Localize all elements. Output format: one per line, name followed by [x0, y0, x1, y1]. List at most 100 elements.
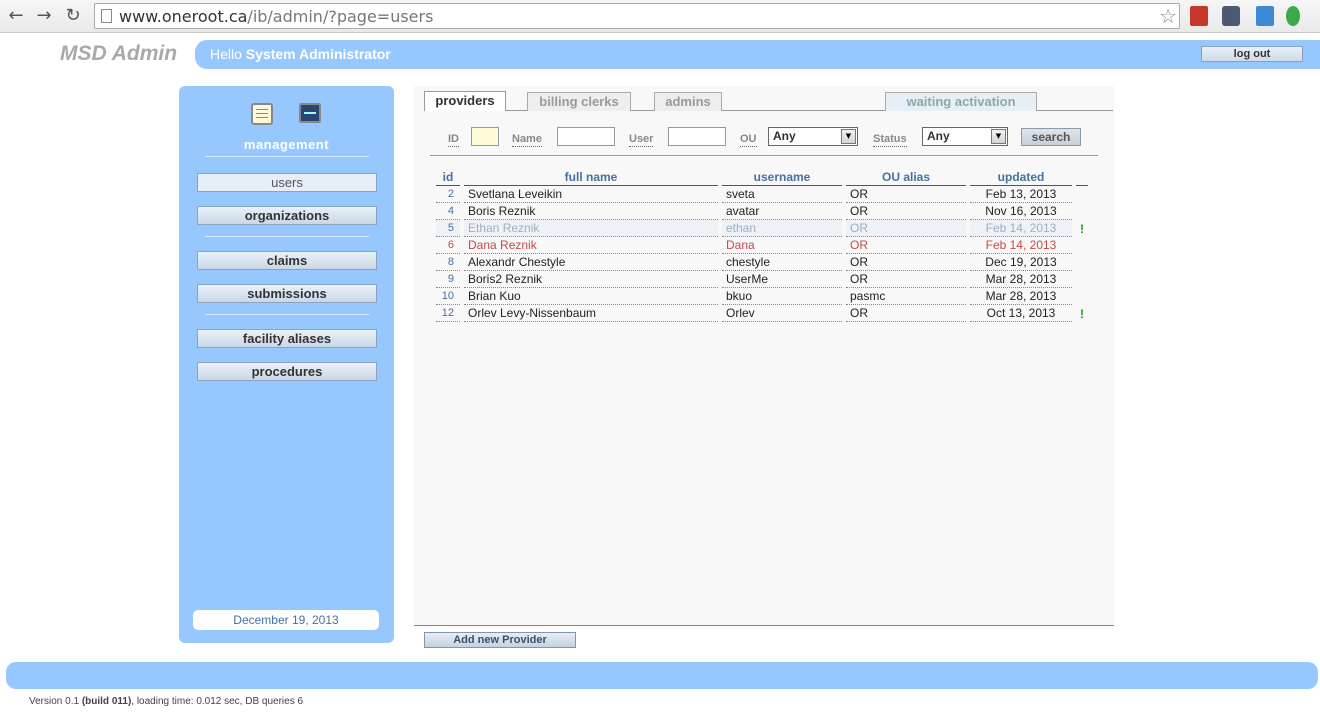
main-panel: providers billing clerks admins waiting … [414, 86, 1114, 626]
top-bar: Hello System Administrator log out [195, 40, 1320, 69]
cell-ou-alias: OR [846, 203, 966, 220]
greeting: Hello System Administrator [210, 46, 391, 62]
table-row[interactable]: 6 Dana Reznik Dana OR Feb 14, 2013 [436, 237, 1088, 254]
version-info: Version 0.1 (build 011), loading time: 0… [29, 696, 304, 707]
chevron-down-icon[interactable]: ▼ [841, 129, 856, 144]
sidebar-item-claims[interactable]: claims [197, 251, 377, 270]
cell-updated: Nov 16, 2013 [970, 203, 1072, 220]
col-username[interactable]: username [722, 170, 842, 186]
cell-flag [1076, 271, 1088, 288]
tab-billing-clerks[interactable]: billing clerks [527, 92, 631, 111]
cell-ou-alias: OR [846, 237, 966, 254]
cell-full-name[interactable]: Alexandr Chestyle [464, 254, 718, 271]
sidebar-item-organizations[interactable]: organizations [197, 206, 377, 225]
cell-username: UserMe [722, 271, 842, 288]
sidebar-item-facility-aliases[interactable]: facility aliases [197, 329, 377, 348]
back-icon[interactable]: ← [5, 5, 27, 27]
cell-id: 9 [436, 271, 460, 288]
table-row[interactable]: 10 Brian Kuo bkuo pasmc Mar 28, 2013 [436, 288, 1088, 305]
current-date: December 19, 2013 [193, 610, 379, 630]
reload-icon[interactable]: ↻ [62, 5, 84, 27]
table-header-row: id full name username OU alias updated [436, 170, 1088, 186]
cell-full-name[interactable]: Dana Reznik [464, 237, 718, 254]
table-row[interactable]: 9 Boris2 Reznik UserMe OR Mar 28, 2013 [436, 271, 1088, 288]
status-label: Status [873, 133, 907, 147]
extension-pdf-icon[interactable] [1190, 6, 1208, 26]
cell-id: 12 [436, 305, 460, 322]
cell-flag [1076, 288, 1088, 305]
cell-username: Dana [722, 237, 842, 254]
cell-updated: Mar 28, 2013 [970, 271, 1072, 288]
sidebar: management users organizations claims su… [179, 86, 394, 643]
id-label: ID [448, 133, 459, 147]
cell-id: 4 [436, 203, 460, 220]
cell-full-name[interactable]: Boris2 Reznik [464, 271, 718, 288]
cell-updated: Feb 14, 2013 [970, 237, 1072, 254]
add-provider-button[interactable]: Add new Provider [424, 632, 576, 648]
name-input[interactable] [557, 127, 615, 146]
cell-id: 10 [436, 288, 460, 305]
providers-table: id full name username OU alias updated 2… [432, 170, 1092, 322]
ou-select[interactable]: Any ▼ [768, 127, 858, 146]
sidebar-item-procedures[interactable]: procedures [197, 362, 377, 381]
forward-icon[interactable]: → [33, 5, 55, 27]
cell-full-name[interactable]: Svetlana Leveikin [464, 186, 718, 203]
col-flag [1076, 170, 1088, 186]
address-bar[interactable]: www.oneroot.ca/ib/admin/?page=users ☆ [94, 3, 1180, 29]
cell-full-name[interactable]: Ethan Reznik [464, 220, 718, 237]
col-full-name[interactable]: full name [464, 170, 718, 186]
cell-updated: Mar 28, 2013 [970, 288, 1072, 305]
extension-save-icon[interactable] [1256, 6, 1274, 26]
cell-username: chestyle [722, 254, 842, 271]
extension-leaf-icon[interactable] [1286, 6, 1300, 26]
cell-flag [1076, 186, 1088, 203]
col-ou-alias[interactable]: OU alias [846, 170, 966, 186]
tab-waiting-activation[interactable]: waiting activation [885, 92, 1037, 111]
bookmark-star-icon[interactable]: ☆ [1159, 4, 1177, 28]
col-id[interactable]: id [436, 170, 460, 186]
user-input[interactable] [668, 127, 726, 146]
cell-ou-alias: pasmc [846, 288, 966, 305]
cell-full-name[interactable]: Orlev Levy-Nissenbaum [464, 305, 718, 322]
table-row[interactable]: 8 Alexandr Chestyle chestyle OR Dec 19, 2013 [436, 254, 1088, 271]
table-row[interactable]: 2 Svetlana Leveikin sveta OR Feb 13, 2013 [436, 186, 1088, 203]
tab-providers[interactable]: providers [424, 91, 506, 111]
app-brand: MSD Admin [60, 42, 178, 65]
cell-full-name[interactable]: Boris Reznik [464, 203, 718, 220]
cell-username: avatar [722, 203, 842, 220]
cell-updated: Oct 13, 2013 [970, 305, 1072, 322]
extension-window-icon[interactable] [1222, 6, 1240, 26]
divider [430, 155, 1098, 156]
id-input[interactable] [471, 127, 499, 146]
cell-updated: Feb 13, 2013 [970, 186, 1072, 203]
logout-button[interactable]: log out [1201, 46, 1303, 62]
cell-flag: ! [1080, 306, 1084, 321]
monitor-icon[interactable] [299, 103, 321, 123]
footer-bar [6, 662, 1318, 689]
divider [205, 156, 369, 157]
cell-id: 2 [436, 186, 460, 203]
cell-flag [1076, 254, 1088, 271]
cell-full-name[interactable]: Brian Kuo [464, 288, 718, 305]
cell-ou-alias: OR [846, 305, 966, 322]
sidebar-item-submissions[interactable]: submissions [197, 284, 377, 303]
cell-id: 6 [436, 237, 460, 254]
section-label: management [243, 137, 330, 152]
col-updated[interactable]: updated [970, 170, 1072, 186]
table-row[interactable]: 5 Ethan Reznik ethan OR Feb 14, 2013! [436, 220, 1088, 237]
search-button[interactable]: search [1021, 128, 1081, 146]
tab-admins[interactable]: admins [654, 92, 722, 111]
cell-id: 8 [436, 254, 460, 271]
table-row[interactable]: 12 Orlev Levy-Nissenbaum Orlev OR Oct 13, 20… [436, 305, 1088, 322]
sidebar-item-users[interactable]: users [197, 173, 377, 192]
cell-username: Orlev [722, 305, 842, 322]
cell-ou-alias: OR [846, 220, 966, 237]
chevron-down-icon[interactable]: ▼ [991, 129, 1006, 144]
cell-ou-alias: OR [846, 186, 966, 203]
url-text[interactable]: www.oneroot.ca/ib/admin/?page=users [119, 7, 433, 26]
status-select[interactable]: Any ▼ [922, 127, 1008, 146]
cell-flag [1076, 203, 1088, 220]
notepad-icon[interactable] [251, 103, 273, 125]
ou-label: OU [740, 133, 757, 147]
table-row[interactable]: 4 Boris Reznik avatar OR Nov 16, 2013 [436, 203, 1088, 220]
